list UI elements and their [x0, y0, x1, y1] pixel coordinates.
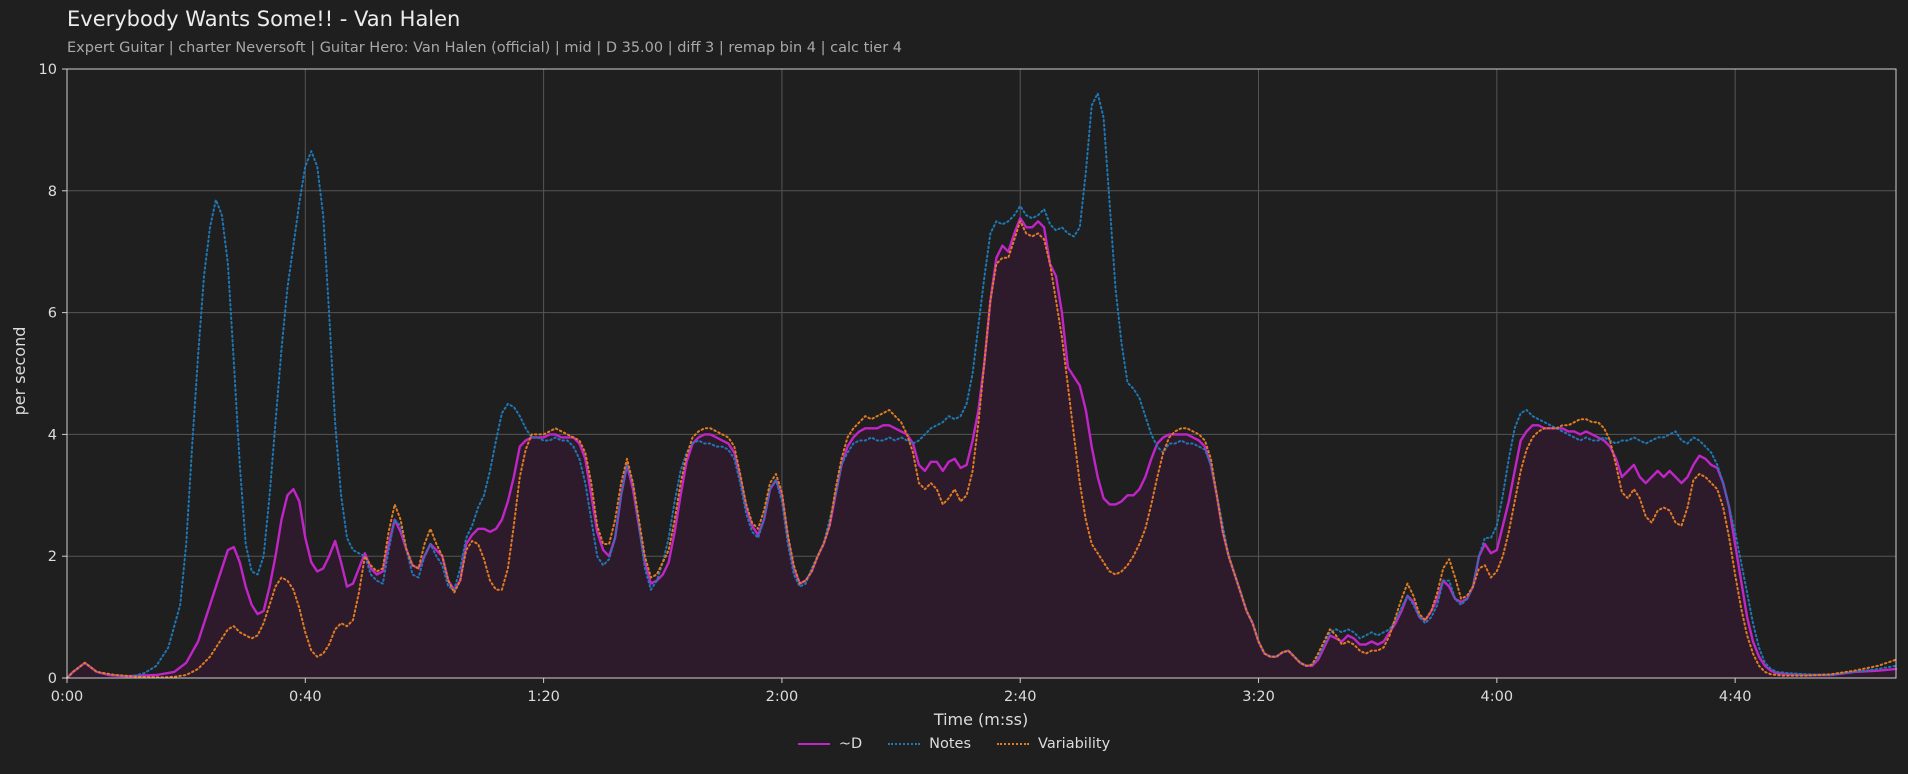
- legend-label: Variability: [1038, 736, 1111, 752]
- legend-swatch: [997, 743, 1030, 745]
- x-tick-label: 1:20: [527, 689, 560, 705]
- x-tick-label: 2:40: [1004, 689, 1037, 705]
- x-tick-label: 4:00: [1481, 689, 1514, 705]
- fill-layer: [67, 218, 1896, 678]
- y-tick-label: 6: [48, 306, 57, 322]
- series-area-d: [67, 218, 1896, 678]
- legend-label: Notes: [929, 736, 972, 752]
- y-tick-label: 8: [48, 184, 57, 200]
- x-tick-label: 0:00: [51, 689, 84, 705]
- legend-label: ~D: [838, 736, 863, 752]
- legend-swatch: [888, 743, 921, 745]
- x-tick-label: 2:00: [766, 689, 799, 705]
- x-tick-label: 3:20: [1242, 689, 1275, 705]
- legend-item: ~D: [797, 736, 863, 752]
- y-tick-label: 4: [48, 427, 57, 443]
- chart-svg: 0:00 0:40 1:20 2:00 2:40 3:20 4:00 4:400246810 …: [10, 62, 1898, 729]
- x-axis-label: Time (m:ss): [933, 710, 1028, 729]
- legend-swatch: [797, 743, 830, 745]
- y-tick-label: 0: [48, 671, 57, 687]
- legend: ~D Notes Variability: [0, 736, 1908, 752]
- legend-item: Variability: [997, 736, 1110, 752]
- x-tick-label: 0:40: [289, 689, 322, 705]
- legend-item: Notes: [888, 736, 971, 752]
- y-tick-label: 10: [39, 62, 57, 78]
- x-tick-label: 4:40: [1719, 689, 1752, 705]
- y-tick-label: 2: [48, 549, 57, 565]
- y-axis-label: per second: [10, 327, 29, 416]
